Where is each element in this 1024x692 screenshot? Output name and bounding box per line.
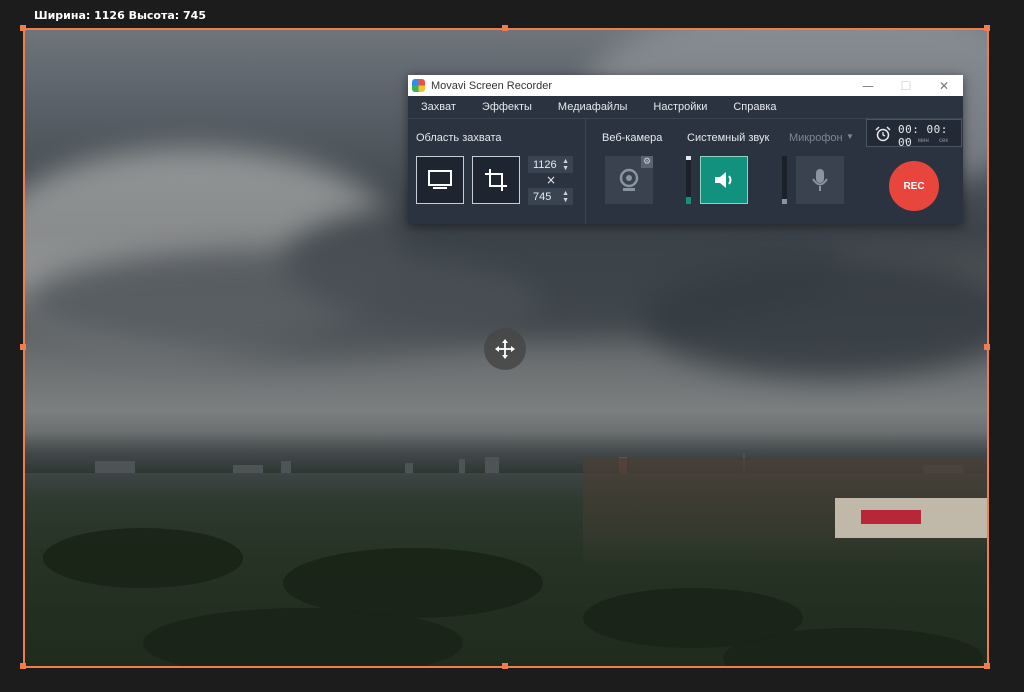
- menu-effects[interactable]: Эффекты: [482, 101, 532, 113]
- system-audio-level-fill: [686, 196, 691, 204]
- close-button[interactable]: ✕: [925, 79, 963, 93]
- microphone-dropdown-icon[interactable]: ▼: [846, 132, 854, 141]
- menu-capture[interactable]: Захват: [421, 101, 456, 113]
- system-audio-label: Системный звук: [687, 132, 770, 144]
- resize-handle-top-left[interactable]: [20, 25, 26, 31]
- rec-button[interactable]: REC: [889, 161, 939, 211]
- capture-area-label: Область захвата: [416, 132, 502, 144]
- webcam-button[interactable]: ⚙: [605, 156, 653, 204]
- move-selection-handle[interactable]: [484, 328, 526, 370]
- full-screen-button[interactable]: [416, 156, 464, 204]
- capture-width-value: 1126: [533, 158, 557, 171]
- minimize-button[interactable]: —: [849, 79, 887, 93]
- webcam-label: Веб-камера: [602, 132, 663, 144]
- timer-panel[interactable]: 00: 00: 00 ч мин сек: [866, 119, 962, 149]
- menu-help[interactable]: Справка: [733, 101, 776, 113]
- microphone-icon: [812, 169, 828, 191]
- capture-dimensions-label: Ширина: 1126 Высота: 745: [34, 9, 206, 22]
- resize-handle-top[interactable]: [502, 25, 508, 31]
- microphone-toggle[interactable]: [796, 156, 844, 204]
- alarm-clock-icon: [875, 126, 891, 142]
- microphone-label[interactable]: Микрофон: [789, 132, 843, 144]
- dimension-separator: ×: [546, 173, 557, 187]
- height-stepper-icon[interactable]: ▲ ▼: [562, 190, 569, 204]
- move-arrows-icon: [495, 339, 515, 359]
- maximize-button[interactable]: ☐: [887, 79, 925, 93]
- cloud-dark-right: [643, 258, 987, 378]
- timer-unit-hours: ч: [903, 138, 907, 144]
- resize-handle-left[interactable]: [20, 344, 26, 350]
- select-area-button[interactable]: [472, 156, 520, 204]
- resize-handle-bottom-left[interactable]: [20, 663, 26, 669]
- mall-red-facade: [861, 510, 921, 524]
- capture-width-input[interactable]: 1126 ▲ ▼: [528, 156, 573, 173]
- menu-media-files[interactable]: Медиафайлы: [558, 101, 627, 113]
- webcam-icon: [619, 168, 639, 191]
- webcam-settings-gear-icon[interactable]: ⚙: [641, 156, 653, 168]
- system-audio-toggle[interactable]: [700, 156, 748, 204]
- capture-height-input[interactable]: 745 ▲ ▼: [528, 188, 573, 205]
- resize-handle-bottom-right[interactable]: [984, 663, 990, 669]
- window-title: Movavi Screen Recorder: [431, 79, 553, 92]
- title-bar[interactable]: Movavi Screen Recorder — ☐ ✕: [408, 75, 963, 96]
- timer-unit-minutes: мин: [918, 138, 929, 144]
- microphone-level-meter: [782, 156, 787, 204]
- system-audio-level-meter: [686, 156, 691, 204]
- movavi-logo-icon: [412, 79, 425, 92]
- microphone-level-fill: [782, 199, 787, 204]
- resize-handle-right[interactable]: [984, 344, 990, 350]
- cloud-dark-left: [23, 248, 543, 358]
- menu-bar: Захват Эффекты Медиафайлы Настройки Спра…: [408, 96, 963, 119]
- timer-unit-seconds: сек: [939, 138, 948, 144]
- resize-handle-top-right[interactable]: [984, 25, 990, 31]
- width-stepper-icon[interactable]: ▲ ▼: [562, 158, 569, 172]
- timer-display: 00: 00: 00: [898, 123, 948, 149]
- menu-settings[interactable]: Настройки: [653, 101, 707, 113]
- recorder-window: Movavi Screen Recorder — ☐ ✕ Захват Эффе…: [408, 75, 963, 224]
- section-divider: [585, 119, 586, 224]
- recorder-controls: Область захвата 1126 ▲ ▼ × 745 ▲ ▼ Веб-кам…: [408, 119, 963, 224]
- capture-height-value: 745: [533, 190, 552, 203]
- crop-icon: [485, 169, 507, 191]
- resize-handle-bottom[interactable]: [502, 663, 508, 669]
- monitor-icon: [428, 170, 452, 189]
- speaker-icon: [715, 172, 732, 188]
